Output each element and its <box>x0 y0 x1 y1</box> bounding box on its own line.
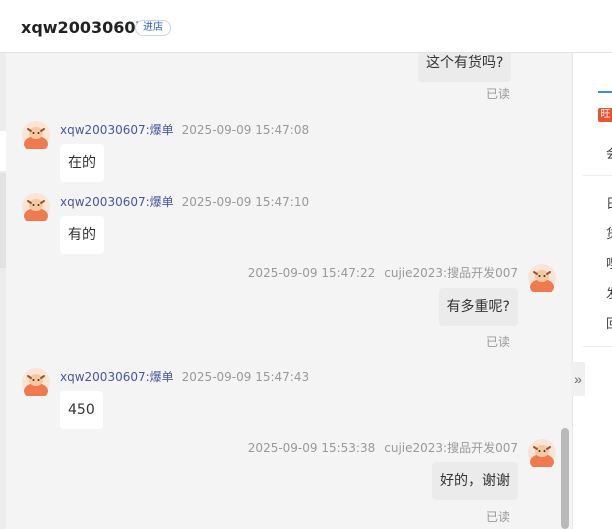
message-bubble-outgoing: 有多重呢? <box>438 288 518 326</box>
message-time: 2025-09-09 15:47:22 <box>247 266 376 280</box>
sender-name[interactable]: xqw20030607:爆单 <box>60 123 174 137</box>
message-list[interactable]: 这个有货吗? 已读 xqw20030607:爆单 2025-09-09 15:47… <box>6 53 571 529</box>
side-panel-item[interactable]: 回 <box>606 313 612 332</box>
active-tab-indicator <box>598 91 612 93</box>
wangwang-badge[interactable]: 旺 <box>598 108 612 122</box>
enter-shop-button[interactable]: 进店 <box>135 20 171 36</box>
message-time: 2025-09-09 15:47:43 <box>181 370 310 384</box>
sender-name[interactable]: cujie2023:搜品开发007 <box>384 266 518 280</box>
message-bubble-incoming: 有的 <box>60 216 104 254</box>
side-panel-item[interactable]: 会 <box>606 143 612 162</box>
contact-avatar-icon[interactable] <box>22 193 50 221</box>
message-time: 2025-09-09 15:47:08 <box>181 123 310 137</box>
side-panel-item[interactable]: 哩 <box>606 253 612 272</box>
double-chevron-right-icon[interactable]: » <box>571 362 585 396</box>
message-bubble-incoming: 450 <box>60 391 103 429</box>
sender-name[interactable]: xqw20030607:爆单 <box>60 195 174 209</box>
chat-header: xqw20030607 进店 <box>0 0 612 53</box>
side-panel: 旺 会 日 货 哩 发 回 <box>572 53 612 529</box>
contact-avatar-icon[interactable] <box>22 368 50 396</box>
message-meta: 2025-09-09 15:47:22 cujie2023:搜品开发007 <box>248 264 518 281</box>
side-panel-item[interactable]: 日 <box>606 193 612 212</box>
chat-scrollbar[interactable] <box>561 428 569 529</box>
message-bubble-outgoing: 这个有货吗? <box>418 53 512 82</box>
sender-name[interactable]: xqw20030607:爆单 <box>60 370 174 384</box>
my-avatar-icon[interactable] <box>528 439 556 467</box>
message-time: 2025-09-09 15:47:10 <box>181 195 310 209</box>
side-panel-item[interactable]: 发 <box>606 283 612 302</box>
message-meta: xqw20030607:爆单 2025-09-09 15:47:10 <box>60 193 309 210</box>
message-bubble-outgoing: 好的，谢谢 <box>432 462 518 500</box>
message-bubble-incoming: 在的 <box>60 144 104 182</box>
message-time: 2025-09-09 15:53:38 <box>247 441 376 455</box>
my-avatar-icon[interactable] <box>528 264 556 292</box>
sender-name[interactable]: cujie2023:搜品开发007 <box>384 441 518 455</box>
shop-name[interactable]: xqw20030607 <box>21 18 147 37</box>
message-meta: xqw20030607:爆单 2025-09-09 15:47:43 <box>60 368 309 385</box>
contact-avatar-icon[interactable] <box>22 121 50 149</box>
divider <box>583 346 612 347</box>
message-meta: 2025-09-09 15:53:38 cujie2023:搜品开发007 <box>248 439 518 456</box>
side-panel-item[interactable]: 货 <box>606 223 612 242</box>
read-status: 已读 <box>486 335 511 349</box>
read-status: 已读 <box>486 87 511 101</box>
divider <box>583 175 612 176</box>
read-status: 已读 <box>486 510 511 524</box>
message-meta: xqw20030607:爆单 2025-09-09 15:47:08 <box>60 121 309 138</box>
